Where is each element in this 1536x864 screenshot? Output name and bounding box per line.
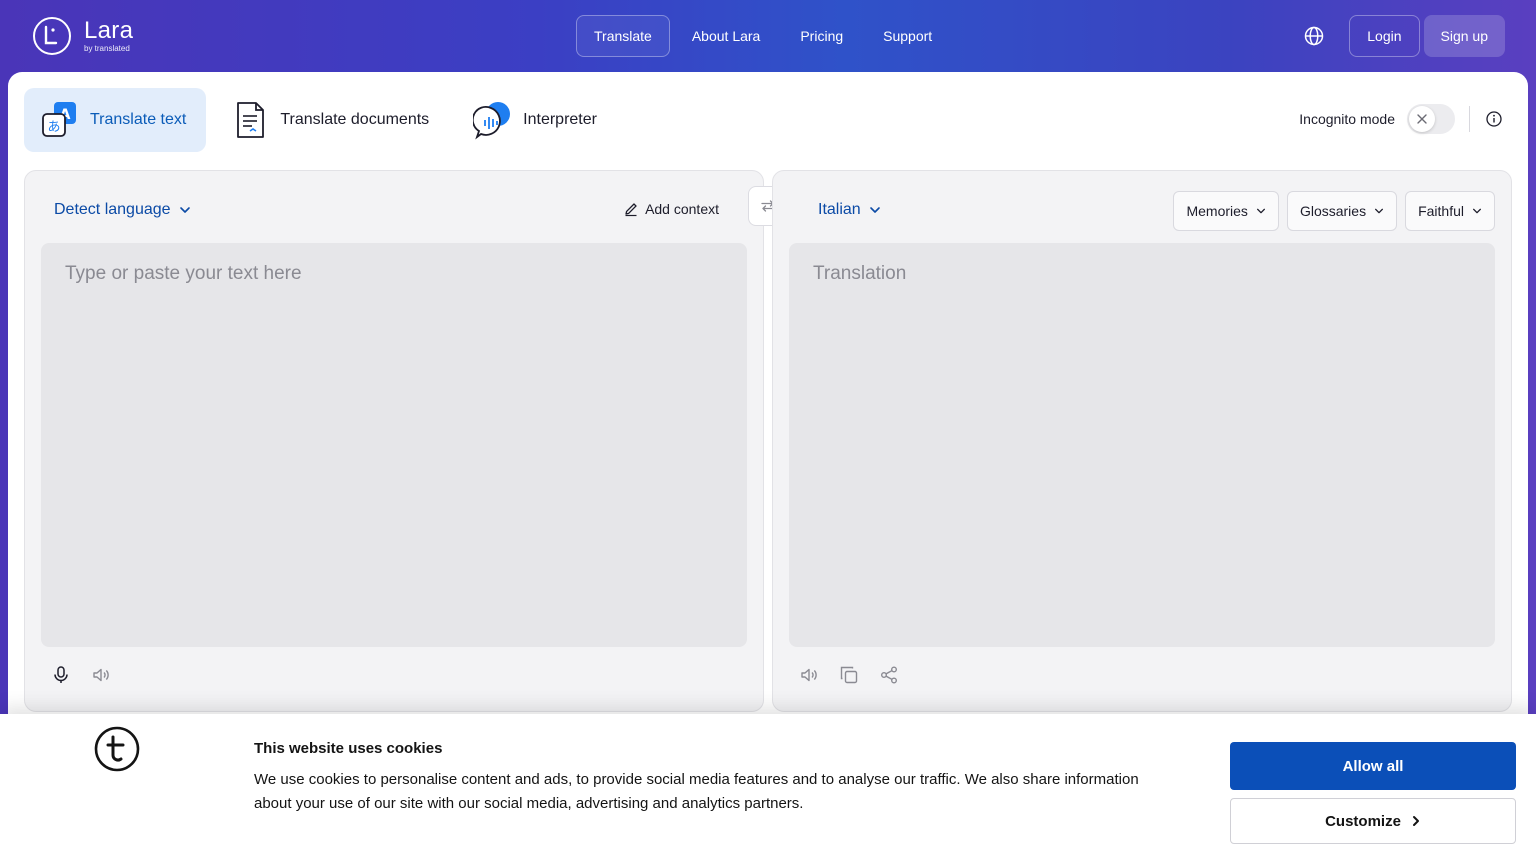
- tab-interpreter-label: Interpreter: [523, 111, 597, 128]
- translation-placeholder: Translation: [813, 263, 907, 284]
- target-actions: [797, 663, 901, 687]
- target-panel: Italian Memories Glossaries Faithful Tra…: [772, 170, 1512, 712]
- toggle-knob: [1409, 106, 1435, 132]
- nav-pricing[interactable]: Pricing: [782, 15, 861, 57]
- language-button[interactable]: [1293, 15, 1335, 57]
- tab-translate-text[interactable]: A あ Translate text: [24, 88, 207, 152]
- brand[interactable]: Lara by translated: [32, 16, 133, 56]
- document-icon: [237, 102, 265, 138]
- info-button[interactable]: [1484, 109, 1504, 129]
- chevron-down-icon: [1375, 208, 1384, 214]
- target-language-label: Italian: [818, 201, 861, 218]
- translate-text-icon: A あ: [42, 102, 76, 137]
- nav-support[interactable]: Support: [865, 15, 950, 57]
- speaker-icon: [93, 668, 109, 682]
- tab-translate-documents-label: Translate documents: [280, 111, 430, 128]
- copy-button[interactable]: [837, 663, 861, 687]
- style-dropdown[interactable]: Faithful: [1405, 191, 1495, 231]
- target-speak-button[interactable]: [797, 663, 821, 687]
- interpreter-icon: [473, 102, 511, 140]
- translated-logo-icon: [94, 726, 140, 772]
- memories-dropdown[interactable]: Memories: [1173, 191, 1279, 231]
- source-language-label: Detect language: [54, 201, 171, 218]
- customize-label: Customize: [1325, 812, 1401, 830]
- svg-text:あ: あ: [47, 120, 60, 135]
- mode-tabs: A あ Translate text Translate documents I…: [24, 88, 617, 152]
- signup-button[interactable]: Sign up: [1423, 15, 1505, 57]
- top-navigation: Lara by translated Translate About Lara …: [0, 0, 1536, 72]
- incognito-control: Incognito mode: [1299, 104, 1504, 134]
- chevron-down-icon: [1256, 208, 1265, 214]
- chevron-down-icon: [869, 207, 880, 213]
- glossaries-label: Glossaries: [1299, 203, 1367, 219]
- source-language-select[interactable]: Detect language: [54, 201, 191, 219]
- glossaries-dropdown[interactable]: Glossaries: [1286, 191, 1398, 231]
- microphone-button[interactable]: [49, 663, 73, 687]
- memories-label: Memories: [1186, 203, 1248, 219]
- brand-name: Lara: [84, 17, 134, 44]
- source-text-input[interactable]: [41, 243, 747, 647]
- chevron-right-icon: [1412, 816, 1419, 826]
- add-context-button[interactable]: Add context: [623, 201, 719, 217]
- share-button[interactable]: [877, 663, 901, 687]
- globe-icon: [1305, 26, 1324, 46]
- share-icon: [881, 666, 897, 684]
- tab-translate-text-label: Translate text: [90, 111, 187, 128]
- add-context-label: Add context: [645, 201, 719, 217]
- allow-all-button[interactable]: Allow all: [1230, 742, 1516, 790]
- speaker-icon: [801, 668, 817, 682]
- translation-output: Translation: [789, 243, 1495, 647]
- cookie-title: This website uses cookies: [254, 740, 443, 757]
- target-language-select[interactable]: Italian: [818, 201, 881, 219]
- cookie-text: We use cookies to personalise content an…: [254, 771, 1139, 812]
- main-nav: Translate About Lara Pricing Support: [576, 15, 950, 57]
- nav-about-lara[interactable]: About Lara: [674, 15, 779, 57]
- tab-translate-documents[interactable]: Translate documents: [214, 88, 449, 152]
- lara-logo-icon: [33, 17, 71, 55]
- chevron-down-icon: [179, 207, 190, 213]
- incognito-toggle[interactable]: [1407, 104, 1455, 134]
- info-icon: [1486, 111, 1502, 127]
- source-speak-button[interactable]: [89, 663, 113, 687]
- pencil-icon: [625, 203, 637, 217]
- customize-button[interactable]: Customize: [1230, 798, 1516, 844]
- tab-interpreter[interactable]: Interpreter: [457, 88, 617, 152]
- translation-tools: Memories Glossaries Faithful: [1173, 191, 1495, 231]
- close-icon: [1417, 114, 1427, 124]
- style-label: Faithful: [1418, 203, 1464, 219]
- copy-icon: [840, 666, 858, 684]
- incognito-label: Incognito mode: [1299, 111, 1395, 127]
- cookie-banner: This website uses cookies We use cookies…: [0, 714, 1536, 864]
- login-button[interactable]: Login: [1349, 15, 1420, 57]
- microphone-icon: [54, 666, 68, 683]
- nav-translate[interactable]: Translate: [576, 15, 670, 57]
- divider: [1469, 106, 1470, 132]
- brand-subtitle: by translated: [84, 44, 130, 53]
- source-panel: Detect language Add context: [24, 170, 764, 712]
- chevron-down-icon: [1473, 208, 1481, 214]
- source-actions: [49, 663, 113, 687]
